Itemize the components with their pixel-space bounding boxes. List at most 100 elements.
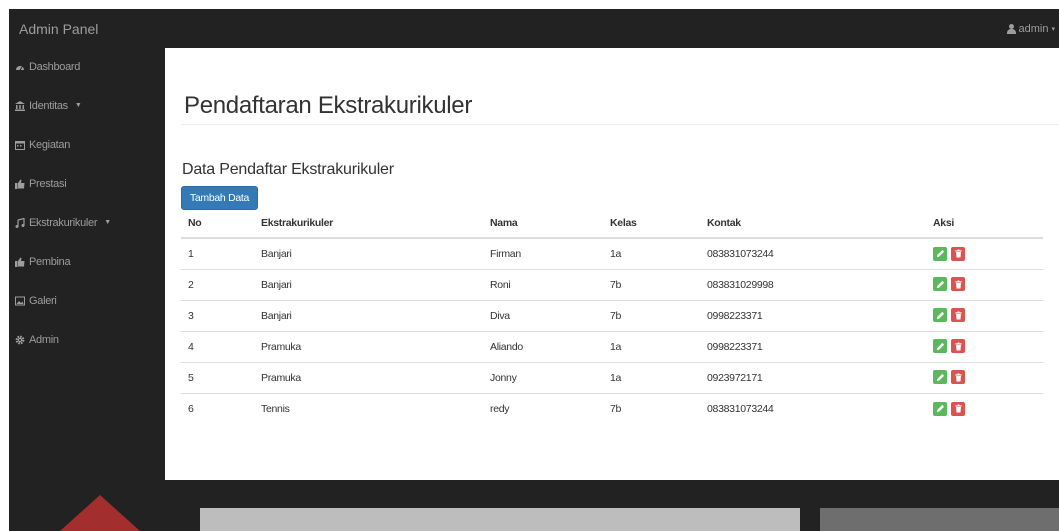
edit-button[interactable]: [933, 308, 947, 323]
cell-nama: Aliando: [483, 330, 603, 362]
add-data-button[interactable]: Tambah Data: [181, 186, 258, 210]
cell-aksi: [926, 237, 1043, 269]
thumbs-up-icon: [15, 179, 25, 189]
gear-icon: [15, 335, 25, 345]
brand-link[interactable]: Admin Panel: [9, 21, 98, 37]
sidebar-item-label: Prestasi: [29, 177, 67, 190]
dashboard-icon: [15, 62, 25, 72]
cell-ekstrakurikuler: Pramuka: [254, 361, 483, 393]
cell-aksi: [926, 361, 1043, 393]
pencil-icon: [936, 373, 944, 381]
sidebar-item-identitas[interactable]: Identitas ▼: [9, 86, 165, 125]
sidebar-item-kegiatan[interactable]: Kegiatan: [9, 125, 165, 164]
top-navbar: Admin Panel admin ▾: [9, 9, 1059, 48]
column-header-kelas: Kelas: [603, 209, 700, 239]
table-row: 6 Tennis redy 7b 083831073244: [181, 392, 1043, 424]
cell-kelas: 1a: [603, 330, 700, 362]
caret-down-icon: ▼: [104, 219, 111, 226]
edit-button[interactable]: [933, 246, 947, 261]
cell-aksi: [926, 330, 1043, 362]
cell-no: 2: [181, 268, 254, 300]
user-icon: [1006, 23, 1016, 34]
sidebar-item-label: Pembina: [29, 255, 71, 268]
cell-nama: Diva: [483, 299, 603, 331]
column-header-aksi: Aksi: [926, 209, 1043, 239]
column-header-no: No: [181, 209, 254, 239]
institution-icon: [15, 100, 25, 111]
delete-button[interactable]: [951, 246, 965, 261]
trash-icon: [954, 404, 962, 413]
cell-kontak: 083831073244: [700, 392, 926, 424]
picture-icon: [15, 296, 25, 306]
sidebar: Dashboard Identitas ▼ Kegiatan Prestasi …: [9, 48, 165, 480]
cell-kelas: 1a: [603, 237, 700, 269]
table-row: 3 Banjari Diva 7b 0998223371: [181, 299, 1043, 331]
section-title: Data Pendaftar Ekstrakurikuler: [182, 161, 394, 178]
cell-kontak: 083831029998: [700, 268, 926, 300]
cell-kontak: 0998223371: [700, 330, 926, 362]
cell-aksi: [926, 268, 1043, 300]
delete-button[interactable]: [951, 277, 965, 292]
cell-no: 5: [181, 361, 254, 393]
sidebar-item-label: Dashboard: [29, 61, 81, 73]
sidebar-item-dashboard[interactable]: Dashboard: [9, 48, 165, 86]
cell-no: 3: [181, 299, 254, 331]
sidebar-item-ekstrakurikuler[interactable]: Ekstrakurikuler ▼: [9, 203, 165, 242]
user-menu[interactable]: admin ▾: [1006, 22, 1059, 35]
column-header-ekstrakurikuler: Ekstrakurikuler: [254, 209, 483, 239]
cell-kontak: 0923972171: [700, 361, 926, 393]
column-header-kontak: Kontak: [700, 209, 926, 239]
sidebar-item-pembina[interactable]: Pembina: [9, 242, 165, 281]
main-content: Pendaftaran Ekstrakurikuler Data Pendaft…: [165, 48, 1059, 480]
cell-kelas: 7b: [603, 392, 700, 424]
delete-button[interactable]: [951, 370, 965, 385]
cell-ekstrakurikuler: Banjari: [254, 237, 483, 269]
delete-button[interactable]: [951, 308, 965, 323]
caret-down-icon: ▾: [1051, 25, 1055, 33]
sidebar-item-label: Ekstrakurikuler: [29, 216, 98, 229]
trash-icon: [954, 311, 962, 320]
cell-nama: Jonny: [483, 361, 603, 393]
edit-button[interactable]: [933, 370, 947, 385]
sidebar-item-prestasi[interactable]: Prestasi: [9, 164, 165, 203]
cell-kelas: 7b: [603, 268, 700, 300]
sidebar-item-galeri[interactable]: Galeri: [9, 281, 165, 320]
trash-icon: [954, 373, 962, 382]
music-icon: [15, 217, 25, 228]
user-name: admin: [1018, 22, 1049, 35]
cell-kontak: 083831073244: [700, 237, 926, 269]
pencil-icon: [936, 342, 944, 350]
table-row: 5 Pramuka Jonny 1a 0923972171: [181, 361, 1043, 393]
pencil-icon: [936, 280, 944, 288]
cell-ekstrakurikuler: Pramuka: [254, 330, 483, 362]
caret-down-icon: ▼: [74, 102, 82, 109]
sidebar-item-label: Kegiatan: [29, 138, 71, 151]
cell-no: 4: [181, 330, 254, 362]
sidebar-item-admin[interactable]: Admin: [9, 320, 165, 359]
watermark-logo: [60, 495, 140, 531]
cell-kontak: 0998223371: [700, 299, 926, 331]
pencil-icon: [936, 249, 944, 258]
edit-button[interactable]: [933, 277, 947, 292]
table-row: 4 Pramuka Aliando 1a 0998223371: [181, 330, 1043, 362]
trash-icon: [954, 280, 962, 289]
cell-aksi: [926, 392, 1043, 424]
sidebar-item-label: Identitas: [29, 99, 68, 112]
page-title: Pendaftaran Ekstrakurikuler: [184, 92, 473, 119]
calendar-icon: [15, 140, 25, 150]
edit-button[interactable]: [933, 401, 947, 416]
column-header-nama: Nama: [483, 209, 603, 239]
pencil-icon: [936, 404, 944, 413]
delete-button[interactable]: [951, 339, 965, 354]
sidebar-item-label: Admin: [29, 333, 59, 346]
pencil-icon: [936, 311, 944, 319]
watermark-band-dark: [820, 508, 1059, 531]
delete-button[interactable]: [951, 401, 965, 416]
thumbs-up-icon: [15, 257, 25, 267]
cell-kelas: 1a: [603, 361, 700, 393]
edit-button[interactable]: [933, 339, 947, 354]
cell-nama: Firman: [483, 237, 603, 269]
registrants-table: No Ekstrakurikuler Nama Kelas Kontak Aks…: [181, 209, 1043, 424]
cell-ekstrakurikuler: Tennis: [254, 392, 483, 424]
sidebar-item-label: Galeri: [29, 294, 57, 307]
